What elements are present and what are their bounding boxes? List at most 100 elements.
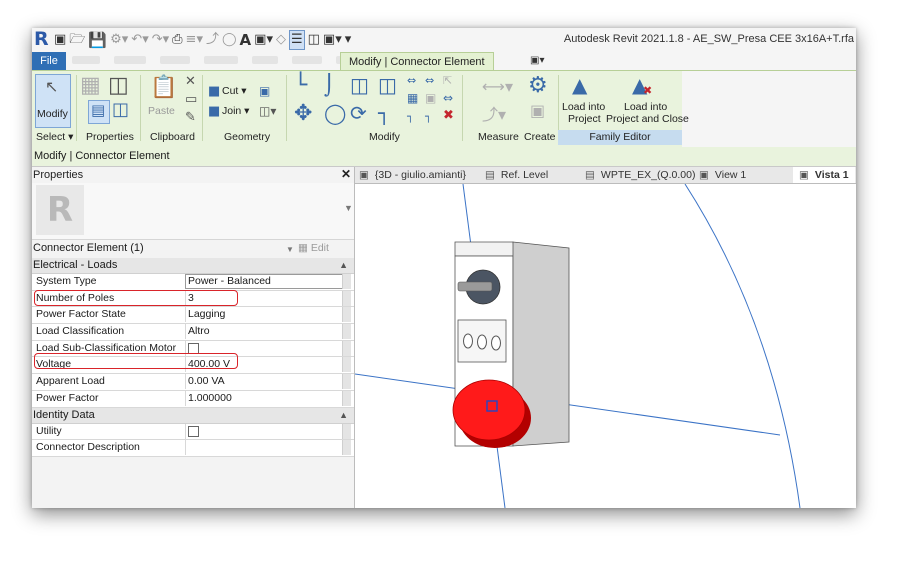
chevron-down-icon[interactable]: ▼ — [286, 241, 294, 258]
customize-qat-icon[interactable]: ▾ — [345, 31, 352, 49]
chevron-down-icon[interactable]: ▼ — [344, 203, 353, 213]
tab-placeholder[interactable] — [292, 56, 322, 64]
close-icon[interactable]: ✕ — [341, 167, 351, 181]
copy-modify-icon[interactable]: ◯ — [324, 103, 346, 123]
mirror-draw-icon[interactable]: ◫ — [378, 75, 397, 95]
copy-icon[interactable]: ▭ — [185, 93, 197, 106]
load-into-project-icon[interactable]: ▲ — [572, 75, 587, 95]
reference-arc — [684, 183, 801, 508]
collapse-icon[interactable]: ▲ — [339, 258, 348, 273]
move-small-icon[interactable]: ⇔ — [407, 75, 416, 86]
tab-view-wpte[interactable]: ▤ WPTE_EX_(Q.0.00) — [585, 167, 695, 183]
property-value[interactable]: Lagging — [185, 307, 344, 323]
cut-geometry-label[interactable]: Cut ▾ — [222, 85, 247, 97]
type-selector-image[interactable]: R ▼ — [32, 183, 354, 240]
section-electrical-loads[interactable]: Electrical - Loads ▲ — [32, 258, 354, 274]
property-value[interactable] — [185, 440, 344, 456]
tab-view-3d-giulio[interactable]: ▣ {3D - giulio.amianti} — [359, 167, 466, 183]
offset-icon[interactable]: ⌡ — [324, 75, 334, 95]
mirror-axis-icon[interactable]: ◫ — [350, 75, 369, 95]
create-group-icon[interactable]: ▣ — [530, 103, 545, 119]
property-row[interactable]: Connector Description — [32, 440, 354, 457]
tab-placeholder[interactable] — [72, 56, 100, 64]
tab-placeholder[interactable] — [204, 56, 238, 64]
array-icon[interactable]: ▦ — [407, 92, 418, 104]
move-icon[interactable]: ✥ — [294, 103, 312, 125]
print-icon[interactable]: ⎙ — [172, 31, 182, 49]
tag-icon[interactable]: ◯ — [222, 31, 237, 49]
dimension-tool-icon[interactable]: ⤴▾ — [482, 107, 506, 123]
load-into-project-line2[interactable]: Project — [568, 113, 601, 125]
family-types-icon[interactable]: ◫ — [108, 75, 129, 97]
load-into-project-line1[interactable]: Load into — [562, 101, 605, 113]
close-hidden-icon[interactable]: ◫ — [308, 31, 320, 49]
collapse-icon[interactable]: ▲ — [339, 408, 348, 423]
scale-icon[interactable]: ⇱ — [443, 75, 452, 86]
text-icon[interactable]: A — [240, 31, 252, 49]
sync-icon[interactable]: ⚙▾ — [110, 31, 128, 49]
tab-extra[interactable]: ▣▾ — [530, 55, 544, 66]
paste-icon[interactable]: 📋 — [150, 77, 177, 99]
thin-lines-icon[interactable]: ☰ — [288, 30, 305, 50]
property-value[interactable] — [185, 423, 344, 439]
property-value[interactable]: 0.00 VA — [185, 374, 344, 390]
join-geometry-icon[interactable]: ■ — [208, 105, 220, 118]
family-category-icon[interactable]: ◫ — [112, 101, 129, 119]
save-icon[interactable]: 💾 — [88, 31, 107, 49]
open-icon[interactable]: 🗁 — [69, 31, 85, 49]
utility-checkbox[interactable] — [188, 425, 199, 437]
tab-view-ref-level[interactable]: ▤ Ref. Level — [485, 167, 548, 183]
match-properties-icon[interactable]: ✎ — [185, 111, 196, 124]
align-icon[interactable]: └ — [294, 75, 307, 97]
measure-distance-icon[interactable]: ⟷▾ — [482, 79, 513, 95]
instance-filter[interactable]: Connector Element (1) ▼ ▦ Edit Type — [32, 240, 354, 271]
create-similar-icon[interactable]: ⚙ — [528, 75, 548, 97]
3d-icon[interactable]: ▣▾ — [254, 31, 273, 49]
split-icon[interactable]: ⇔ — [443, 92, 453, 104]
load-and-close-line2[interactable]: Project and Close — [606, 113, 689, 125]
select-group-title[interactable]: Select ▾ — [36, 131, 73, 143]
copy-small-icon[interactable]: ⇔ — [425, 75, 434, 86]
property-row[interactable]: Load Classification Altro — [32, 324, 354, 341]
tab-view-1[interactable]: ▣ View 1 — [699, 167, 746, 183]
tab-placeholder[interactable] — [114, 56, 146, 64]
type-properties-icon[interactable]: ▦ — [80, 75, 101, 97]
revit-logo[interactable]: R — [34, 29, 50, 49]
delete-icon[interactable]: ✖ — [443, 109, 454, 122]
tab-file[interactable]: File — [32, 52, 66, 70]
tab-placeholder[interactable] — [160, 56, 190, 64]
unpin-icon[interactable]: ┐ — [425, 111, 432, 122]
rotate-icon[interactable]: ⟳ — [350, 103, 367, 123]
property-value[interactable]: Power - Balanced — [185, 274, 345, 289]
trim-multi-icon[interactable]: ┐ — [407, 111, 414, 122]
viewport-canvas[interactable] — [354, 183, 856, 508]
wall-joins-icon[interactable]: ▣ — [259, 85, 270, 97]
tab-modify-connector[interactable]: Modify | Connector Element — [340, 52, 494, 71]
cut-icon[interactable]: ✕ — [185, 75, 196, 88]
measure-icon[interactable]: ≡▾ — [186, 31, 203, 49]
property-row[interactable]: Utility — [32, 423, 354, 441]
trim-icon[interactable]: ┐ — [378, 103, 390, 123]
cut-geometry-icon[interactable]: ■ — [208, 85, 220, 98]
split-face-icon[interactable]: ◫▾ — [259, 105, 276, 117]
redo-icon[interactable]: ↷▾ — [152, 31, 169, 49]
property-row[interactable]: Power Factor 1.000000 — [32, 390, 354, 408]
pin-icon[interactable]: ▣ — [425, 92, 436, 104]
property-row[interactable]: Apparent Load 0.00 VA — [32, 374, 354, 391]
undo-icon[interactable]: ↶▾ — [131, 31, 148, 49]
property-value[interactable]: 1.000000 — [185, 390, 344, 406]
dimension-icon[interactable]: ⤴ — [206, 31, 219, 49]
row-scroll-cell — [342, 274, 351, 289]
section-identity-data[interactable]: Identity Data ▲ — [32, 407, 354, 424]
tab-placeholder[interactable] — [252, 56, 278, 64]
property-row[interactable]: System Type Power - Balanced — [32, 274, 354, 291]
section-icon[interactable]: ◇ — [276, 31, 286, 49]
switch-windows-icon[interactable]: ▣▾ — [323, 31, 342, 49]
tab-vista-1[interactable]: ▣ Vista 1 — [793, 167, 855, 183]
join-geometry-label[interactable]: Join ▾ — [222, 105, 249, 117]
3d-viewport[interactable] — [354, 183, 856, 508]
property-value[interactable]: Altro — [185, 324, 344, 340]
load-and-close-line1[interactable]: Load into — [624, 101, 667, 113]
property-row[interactable]: Power Factor State Lagging — [32, 307, 354, 325]
home-icon[interactable]: ▣ — [54, 31, 66, 49]
